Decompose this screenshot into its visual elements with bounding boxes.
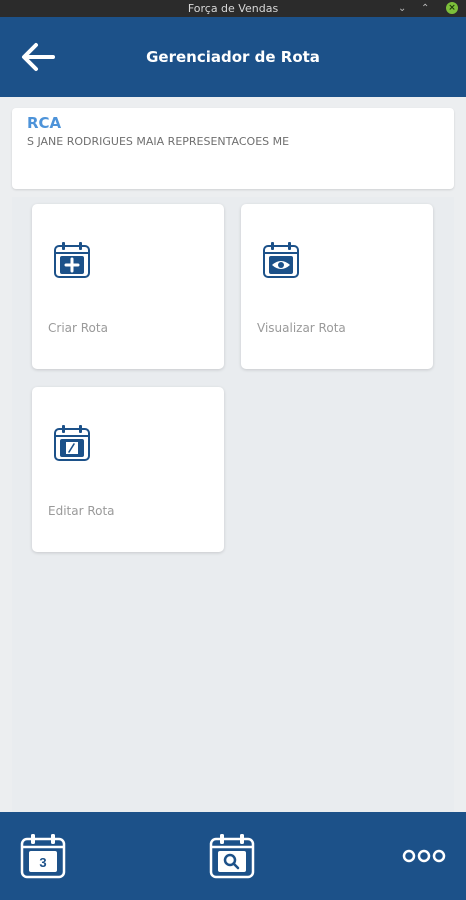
close-icon[interactable]: ×	[446, 2, 458, 14]
app-bar: Gerenciador de Rota	[0, 17, 466, 97]
maximize-icon[interactable]: ⌃	[421, 0, 429, 17]
edit-route-label: Editar Rota	[48, 504, 115, 518]
page-title: Gerenciador de Rota	[146, 48, 320, 66]
create-route-tile[interactable]: Criar Rota	[32, 204, 224, 369]
rca-name: S JANE RODRIGUES MAIA REPRESENTACOES ME	[27, 135, 290, 148]
more-icon	[402, 849, 446, 863]
route-options: Criar Rota Visualizar Rota Editar Rota	[12, 197, 454, 812]
rca-label: RCA	[27, 114, 62, 132]
view-route-tile[interactable]: Visualizar Rota	[241, 204, 433, 369]
calendar-day-number: 3	[39, 855, 46, 870]
edit-route-tile[interactable]: Editar Rota	[32, 387, 224, 552]
minimize-icon[interactable]: ⌄	[398, 0, 406, 17]
window-title: Força de Vendas	[187, 2, 279, 15]
calendar-plus-icon	[54, 242, 90, 278]
rca-card: RCA S JANE RODRIGUES MAIA REPRESENTACOES…	[12, 108, 454, 189]
calendar-search-button[interactable]	[208, 832, 256, 880]
more-button[interactable]	[402, 846, 446, 866]
window-titlebar: Força de Vendas ⌄ ⌃ ×	[0, 0, 466, 17]
calendar-day-icon: 3	[20, 834, 66, 879]
calendar-eye-icon	[263, 242, 299, 278]
create-route-label: Criar Rota	[48, 321, 108, 335]
calendar-search-icon	[209, 834, 255, 879]
calendar-day-button[interactable]: 3	[19, 832, 67, 880]
bottom-nav: 3	[0, 812, 466, 900]
calendar-edit-icon	[54, 425, 90, 461]
view-route-label: Visualizar Rota	[257, 321, 346, 335]
